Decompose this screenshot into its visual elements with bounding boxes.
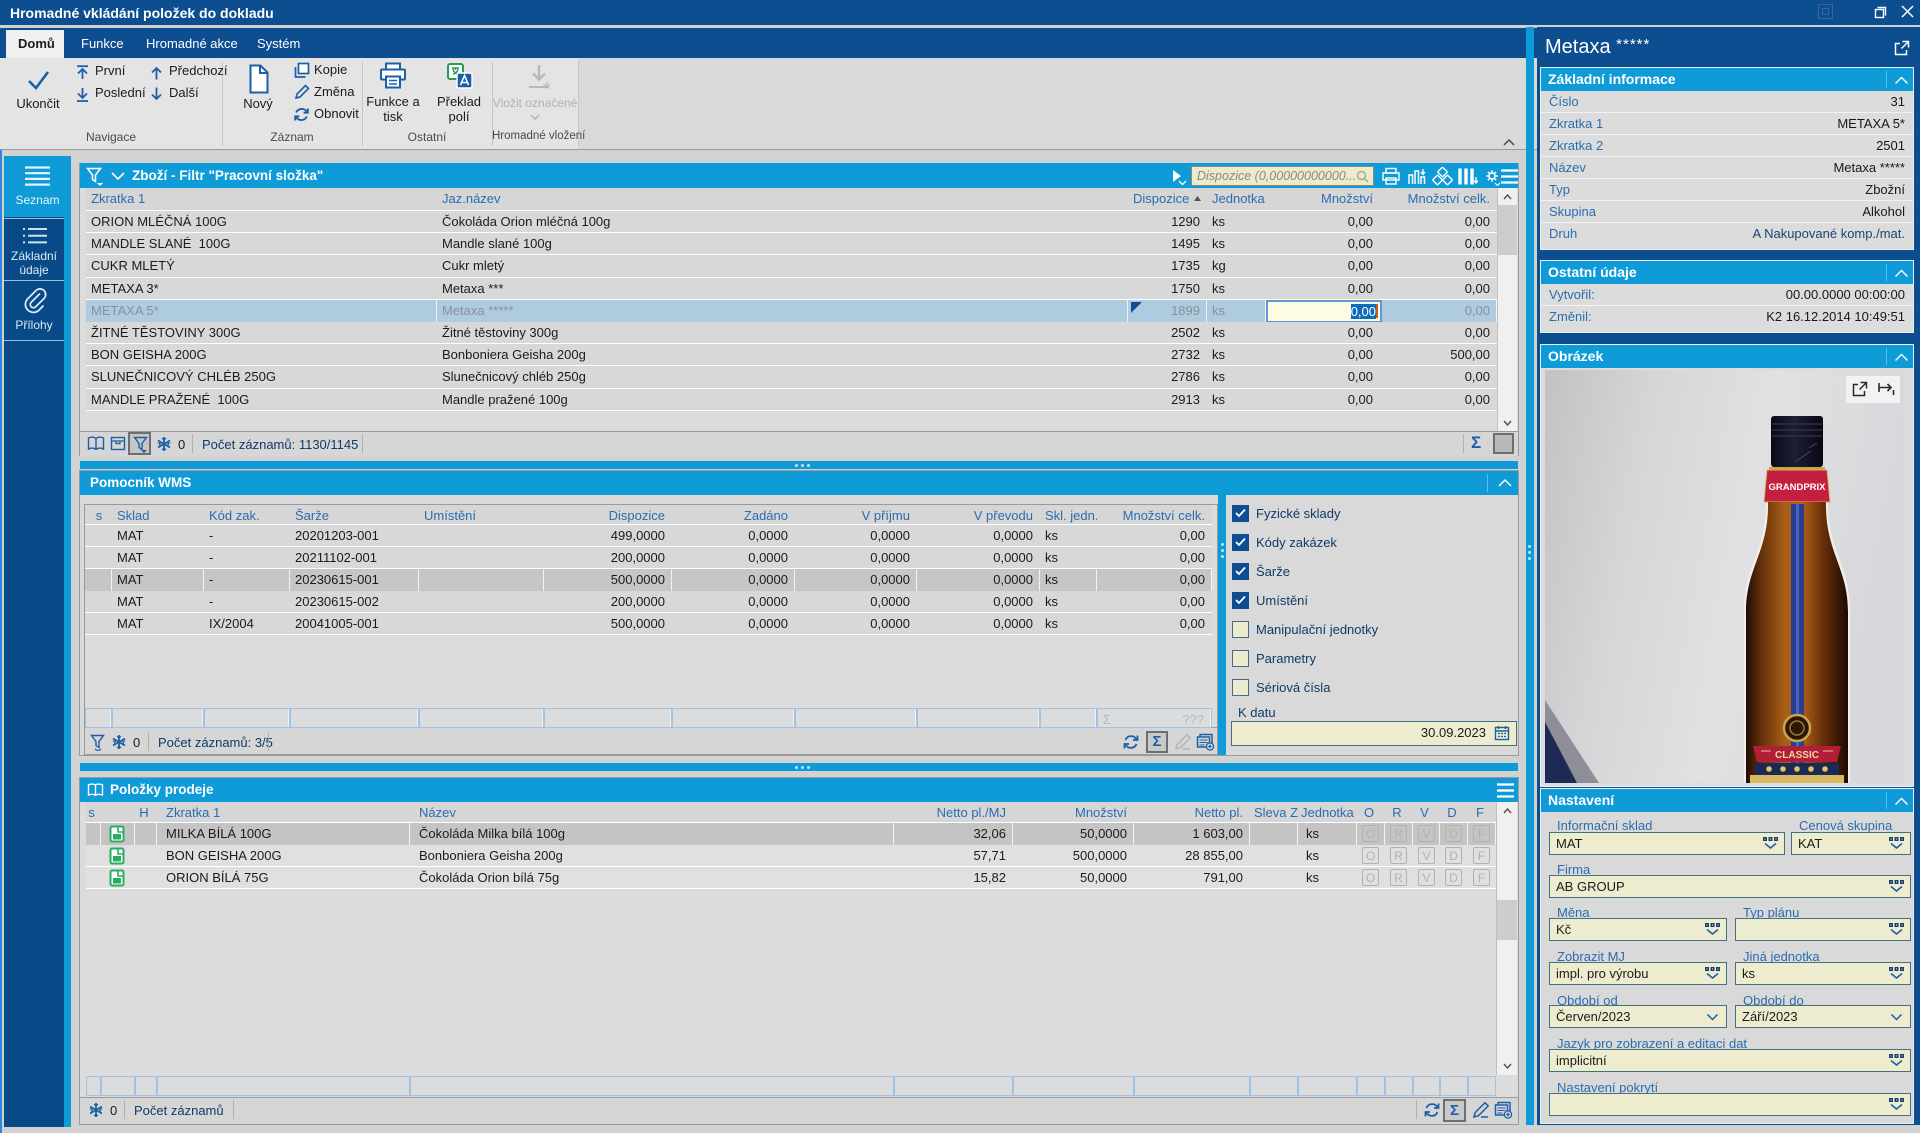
svg-text:CLASSIC: CLASSIC bbox=[1775, 750, 1819, 761]
svg-text:GRANDPRIX: GRANDPRIX bbox=[1768, 482, 1826, 493]
